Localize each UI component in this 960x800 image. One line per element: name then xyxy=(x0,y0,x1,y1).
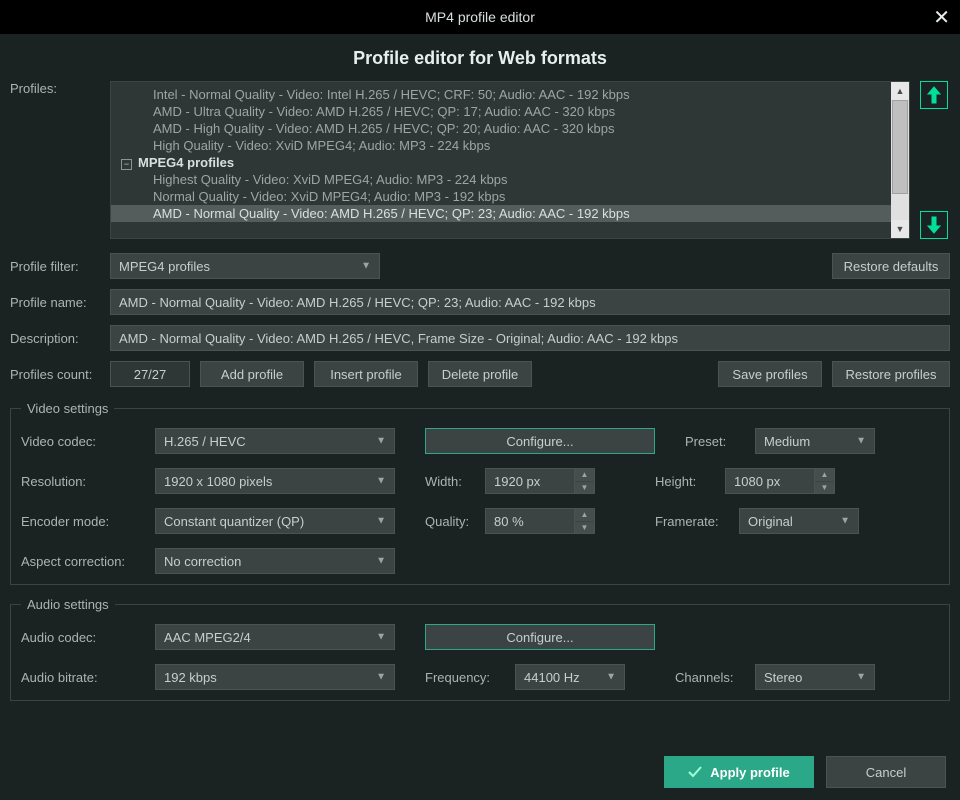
width-label: Width: xyxy=(425,474,485,489)
tree-group-label: MPEG4 profiles xyxy=(138,155,234,170)
profiles-tree[interactable]: Intel - Normal Quality - Video: Intel H.… xyxy=(110,81,910,239)
title-bar: MP4 profile editor ✕ xyxy=(0,0,960,34)
check-icon xyxy=(688,765,702,779)
collapse-icon[interactable]: − xyxy=(121,159,132,170)
quality-stepper[interactable]: 80 %▲▼ xyxy=(485,508,595,534)
profile-filter-label: Profile filter: xyxy=(10,259,110,274)
page-title: Profile editor for Web formats xyxy=(10,48,950,69)
save-profiles-button[interactable]: Save profiles xyxy=(718,361,822,387)
video-codec-label: Video codec: xyxy=(21,434,155,449)
tree-item-selected[interactable]: AMD - Normal Quality - Video: AMD H.265 … xyxy=(111,205,891,222)
encoder-mode-label: Encoder mode: xyxy=(21,514,155,529)
tree-item[interactable]: High Quality - Video: XviD MPEG4; Audio:… xyxy=(111,137,891,154)
profiles-label: Profiles: xyxy=(10,81,110,96)
chevron-down-icon: ▼ xyxy=(376,672,386,683)
cancel-button[interactable]: Cancel xyxy=(826,756,946,788)
tree-item[interactable]: AMD - Ultra Quality - Video: AMD H.265 /… xyxy=(111,103,891,120)
apply-profile-label: Apply profile xyxy=(710,765,789,780)
tree-group[interactable]: −MPEG4 profiles xyxy=(111,154,891,171)
chevron-down-icon: ▼ xyxy=(376,476,386,487)
encoder-mode-select[interactable]: Constant quantizer (QP)▼ xyxy=(155,508,395,534)
insert-profile-button[interactable]: Insert profile xyxy=(314,361,418,387)
scroll-down-icon[interactable]: ▼ xyxy=(891,220,909,238)
audio-codec-label: Audio codec: xyxy=(21,630,155,645)
profiles-count-value: 27/27 xyxy=(110,361,190,387)
frequency-label: Frequency: xyxy=(425,670,515,685)
delete-profile-button[interactable]: Delete profile xyxy=(428,361,532,387)
height-stepper[interactable]: 1080 px▲▼ xyxy=(725,468,835,494)
chevron-down-icon: ▼ xyxy=(856,672,866,683)
aspect-correction-select[interactable]: No correction▼ xyxy=(155,548,395,574)
description-field[interactable]: AMD - Normal Quality - Video: AMD H.265 … xyxy=(110,325,950,351)
restore-defaults-button[interactable]: Restore defaults xyxy=(832,253,950,279)
audio-bitrate-select[interactable]: 192 kbps▼ xyxy=(155,664,395,690)
quality-label: Quality: xyxy=(425,514,485,529)
apply-profile-button[interactable]: Apply profile xyxy=(664,756,814,788)
video-settings-legend: Video settings xyxy=(21,401,114,416)
profiles-count-label: Profiles count: xyxy=(10,367,110,382)
window-title: MP4 profile editor xyxy=(425,9,535,25)
scroll-up-icon[interactable]: ▲ xyxy=(891,82,909,100)
restore-profiles-button[interactable]: Restore profiles xyxy=(832,361,950,387)
tree-item[interactable]: AMD - High Quality - Video: AMD H.265 / … xyxy=(111,120,891,137)
chevron-down-icon: ▼ xyxy=(376,436,386,447)
description-label: Description: xyxy=(10,331,110,346)
channels-select[interactable]: Stereo▼ xyxy=(755,664,875,690)
spin-up-icon[interactable]: ▲ xyxy=(575,509,594,522)
audio-settings-legend: Audio settings xyxy=(21,597,115,612)
spin-down-icon[interactable]: ▼ xyxy=(815,482,834,494)
audio-bitrate-label: Audio bitrate: xyxy=(21,670,155,685)
video-codec-select[interactable]: H.265 / HEVC▼ xyxy=(155,428,395,454)
chevron-down-icon: ▼ xyxy=(376,556,386,567)
preset-select[interactable]: Medium▼ xyxy=(755,428,875,454)
chevron-down-icon: ▼ xyxy=(361,261,371,272)
spin-up-icon[interactable]: ▲ xyxy=(815,469,834,482)
aspect-correction-label: Aspect correction: xyxy=(21,554,155,569)
scrollbar[interactable]: ▲ ▼ xyxy=(891,82,909,238)
channels-label: Channels: xyxy=(675,670,755,685)
chevron-down-icon: ▼ xyxy=(840,516,850,527)
framerate-label: Framerate: xyxy=(655,514,739,529)
audio-configure-button[interactable]: Configure... xyxy=(425,624,655,650)
chevron-down-icon: ▼ xyxy=(376,516,386,527)
height-label: Height: xyxy=(655,474,725,489)
resolution-label: Resolution: xyxy=(21,474,155,489)
resolution-select[interactable]: 1920 x 1080 pixels▼ xyxy=(155,468,395,494)
framerate-select[interactable]: Original▼ xyxy=(739,508,859,534)
chevron-down-icon: ▼ xyxy=(376,632,386,643)
width-stepper[interactable]: 1920 px▲▼ xyxy=(485,468,595,494)
close-icon[interactable]: ✕ xyxy=(933,5,950,30)
spin-down-icon[interactable]: ▼ xyxy=(575,482,594,494)
profile-name-label: Profile name: xyxy=(10,295,110,310)
move-up-button[interactable] xyxy=(920,81,948,109)
add-profile-button[interactable]: Add profile xyxy=(200,361,304,387)
frequency-select[interactable]: 44100 Hz▼ xyxy=(515,664,625,690)
scroll-track[interactable] xyxy=(891,100,909,220)
scroll-thumb[interactable] xyxy=(892,100,908,194)
move-down-button[interactable] xyxy=(920,211,948,239)
tree-item[interactable]: Normal Quality - Video: XviD MPEG4; Audi… xyxy=(111,188,891,205)
profile-name-field[interactable]: AMD - Normal Quality - Video: AMD H.265 … xyxy=(110,289,950,315)
preset-label: Preset: xyxy=(685,434,755,449)
audio-codec-select[interactable]: AAC MPEG2/4▼ xyxy=(155,624,395,650)
arrow-up-icon xyxy=(927,86,941,104)
tree-item[interactable]: Intel - Normal Quality - Video: Intel H.… xyxy=(111,86,891,103)
spin-up-icon[interactable]: ▲ xyxy=(575,469,594,482)
profile-filter-value: MPEG4 profiles xyxy=(119,259,210,274)
chevron-down-icon: ▼ xyxy=(856,436,866,447)
audio-settings-group: Audio settings Audio codec: AAC MPEG2/4▼… xyxy=(10,597,950,701)
video-settings-group: Video settings Video codec: H.265 / HEVC… xyxy=(10,401,950,585)
video-configure-button[interactable]: Configure... xyxy=(425,428,655,454)
arrow-down-icon xyxy=(927,216,941,234)
tree-item[interactable]: Highest Quality - Video: XviD MPEG4; Aud… xyxy=(111,171,891,188)
chevron-down-icon: ▼ xyxy=(606,672,616,683)
profile-filter-select[interactable]: MPEG4 profiles ▼ xyxy=(110,253,380,279)
spin-down-icon[interactable]: ▼ xyxy=(575,522,594,534)
